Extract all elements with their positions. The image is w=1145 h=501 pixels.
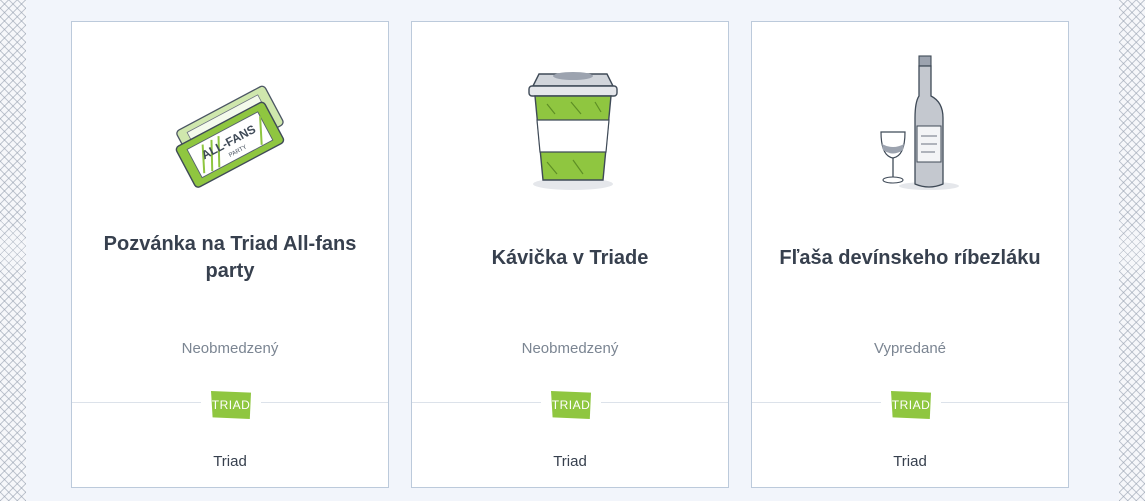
merchant-name: Triad [553, 453, 587, 470]
reward-card-wine[interactable]: Fľaša devínskeho ríbezláku Vypredané TRI… [751, 21, 1069, 488]
availability-status: Neobmedzený [181, 340, 279, 357]
decorative-border-left [0, 0, 26, 501]
availability-status: Neobmedzený [521, 340, 619, 357]
logo-text: TRIAD [211, 398, 251, 412]
merchant-logo: TRIAD [201, 389, 261, 421]
logo-text: TRIAD [891, 398, 931, 412]
reward-card-party-invite[interactable]: ALL-FANS PARTY Pozvánka na Triad All-fan… [71, 21, 389, 488]
wine-bottle-icon [851, 44, 971, 194]
coffee-cup-icon [511, 44, 631, 194]
tickets-icon: ALL-FANS PARTY [171, 44, 291, 194]
decorative-border-right [1119, 0, 1145, 501]
merchant-name: Triad [893, 453, 927, 470]
merchant-logo: TRIAD [881, 389, 941, 421]
merchant-logo: TRIAD [541, 389, 601, 421]
card-title: Fľaša devínskeho ríbezláku [779, 246, 1041, 269]
logo-text: TRIAD [551, 398, 591, 412]
reward-card-coffee[interactable]: Kávička v Triade Neobmedzený TRIAD Triad [411, 21, 729, 488]
card-title: Kávička v Triade [491, 246, 649, 269]
availability-status: Vypredané [874, 340, 946, 357]
card-title: Pozvánka na Triad All-fans party [103, 233, 357, 282]
merchant-name: Triad [213, 453, 247, 470]
